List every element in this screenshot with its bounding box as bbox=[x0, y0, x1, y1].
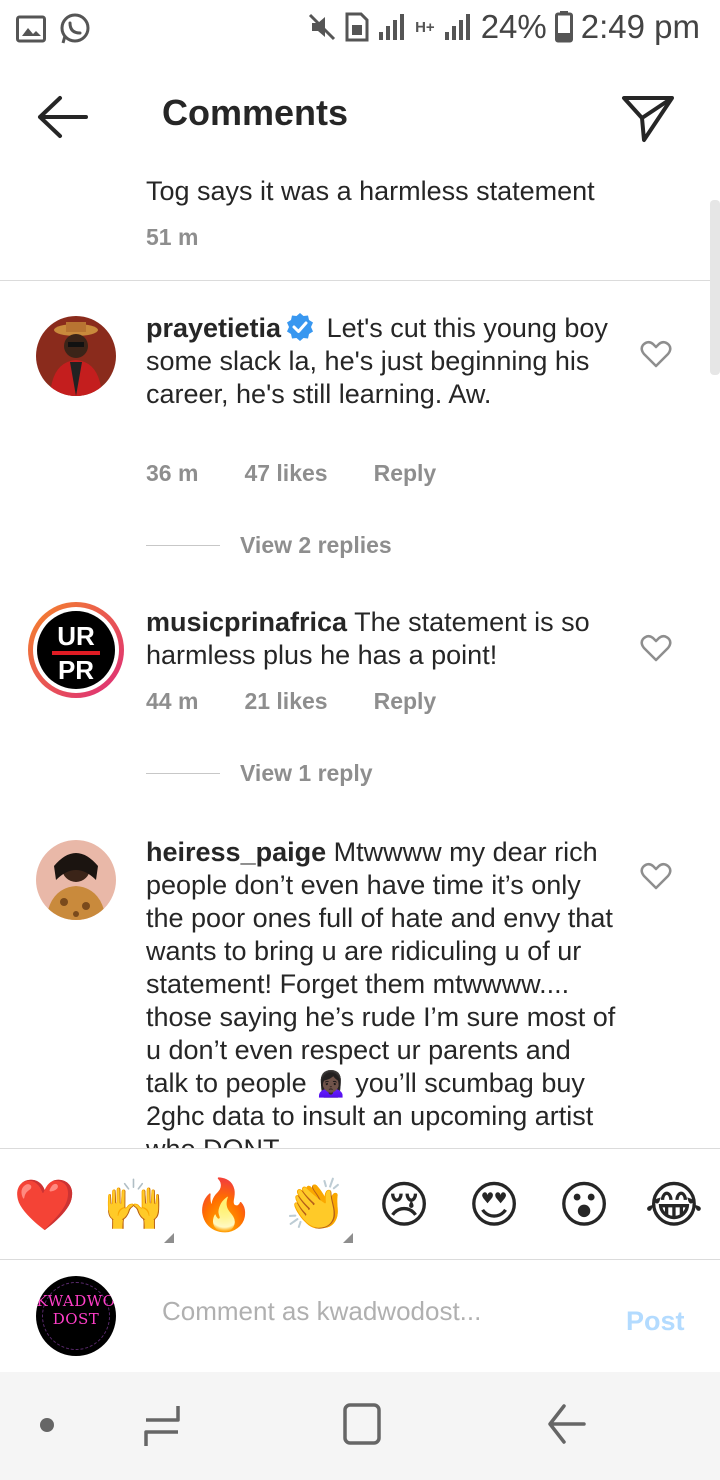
skin-tone-indicator bbox=[343, 1233, 353, 1243]
emoji-heart-eyes-button[interactable]: 😍 bbox=[461, 1175, 527, 1235]
avatar[interactable] bbox=[36, 316, 116, 396]
verified-badge-icon bbox=[287, 313, 314, 341]
emoji-fire-button[interactable]: 🔥 bbox=[191, 1175, 257, 1235]
heart-icon[interactable] bbox=[640, 338, 672, 370]
dot-icon[interactable] bbox=[38, 1416, 56, 1434]
divider bbox=[0, 280, 720, 281]
emoji-raised-hands-button[interactable]: 🙌 bbox=[101, 1175, 167, 1235]
emoji-surprised-button[interactable]: 😮 bbox=[551, 1175, 617, 1235]
comment-username[interactable]: prayetietia bbox=[146, 313, 281, 343]
emoji-clap-button[interactable]: 👏 bbox=[283, 1175, 349, 1235]
avatar[interactable]: KWADWO DOST bbox=[36, 1276, 116, 1356]
comment-input[interactable] bbox=[162, 1296, 582, 1327]
post-caption: Tog says it was a harmless statement bbox=[146, 176, 595, 206]
avatar-logo-text: UR bbox=[57, 621, 95, 651]
reply-button[interactable]: Reply bbox=[374, 688, 437, 715]
view-replies-button[interactable]: View 1 reply bbox=[146, 760, 373, 787]
emoji-joy-button[interactable]: 😂 bbox=[641, 1175, 707, 1235]
divider bbox=[146, 773, 220, 774]
view-replies-label: View 2 replies bbox=[240, 532, 392, 558]
comment-meta: 44 m 21 likes Reply bbox=[146, 688, 436, 715]
avatar[interactable]: UR PR bbox=[28, 602, 124, 698]
heart-icon[interactable] bbox=[640, 860, 672, 892]
home-icon[interactable] bbox=[342, 1402, 382, 1446]
comment-composer: KWADWO DOST Post bbox=[0, 1260, 720, 1372]
view-replies-label: View 1 reply bbox=[240, 760, 373, 786]
emoji-heart-button[interactable]: ❤️ bbox=[12, 1175, 78, 1235]
likes-count[interactable]: 47 likes bbox=[244, 460, 327, 487]
comments-list[interactable]: Tog says it was a harmless statement 51 … bbox=[0, 0, 720, 1148]
avatar[interactable] bbox=[36, 840, 116, 920]
likes-count[interactable]: 21 likes bbox=[244, 688, 327, 715]
divider bbox=[146, 545, 220, 546]
skin-tone-indicator bbox=[164, 1233, 174, 1243]
recents-icon[interactable] bbox=[142, 1402, 182, 1448]
comment-meta: 36 m 47 likes Reply bbox=[146, 460, 436, 487]
comment-timestamp: 44 m bbox=[146, 688, 199, 714]
heart-icon[interactable] bbox=[640, 632, 672, 664]
emoji-crying-button[interactable]: 😢 bbox=[371, 1175, 437, 1235]
post-button[interactable]: Post bbox=[626, 1306, 685, 1337]
scrollbar[interactable] bbox=[710, 200, 720, 375]
emoji-quick-bar: ❤️ 🙌 🔥 👏 😢 😍 😮 😂 bbox=[0, 1148, 720, 1260]
system-nav-bar bbox=[0, 1372, 720, 1480]
avatar-logo-text: KWADWO DOST bbox=[36, 1292, 116, 1328]
back-icon[interactable] bbox=[546, 1402, 586, 1446]
comment-username[interactable]: musicprinafrica bbox=[146, 607, 347, 637]
comment-timestamp: 36 m bbox=[146, 460, 199, 486]
reply-button[interactable]: Reply bbox=[374, 460, 437, 487]
view-replies-button[interactable]: View 2 replies bbox=[146, 532, 392, 559]
comment-body: Mtwwww my dear rich people don’t even ha… bbox=[146, 837, 616, 1148]
comment-username[interactable]: heiress_paige bbox=[146, 837, 326, 867]
caption-timestamp: 51 m bbox=[146, 224, 199, 250]
avatar-logo-text: PR bbox=[57, 655, 95, 685]
